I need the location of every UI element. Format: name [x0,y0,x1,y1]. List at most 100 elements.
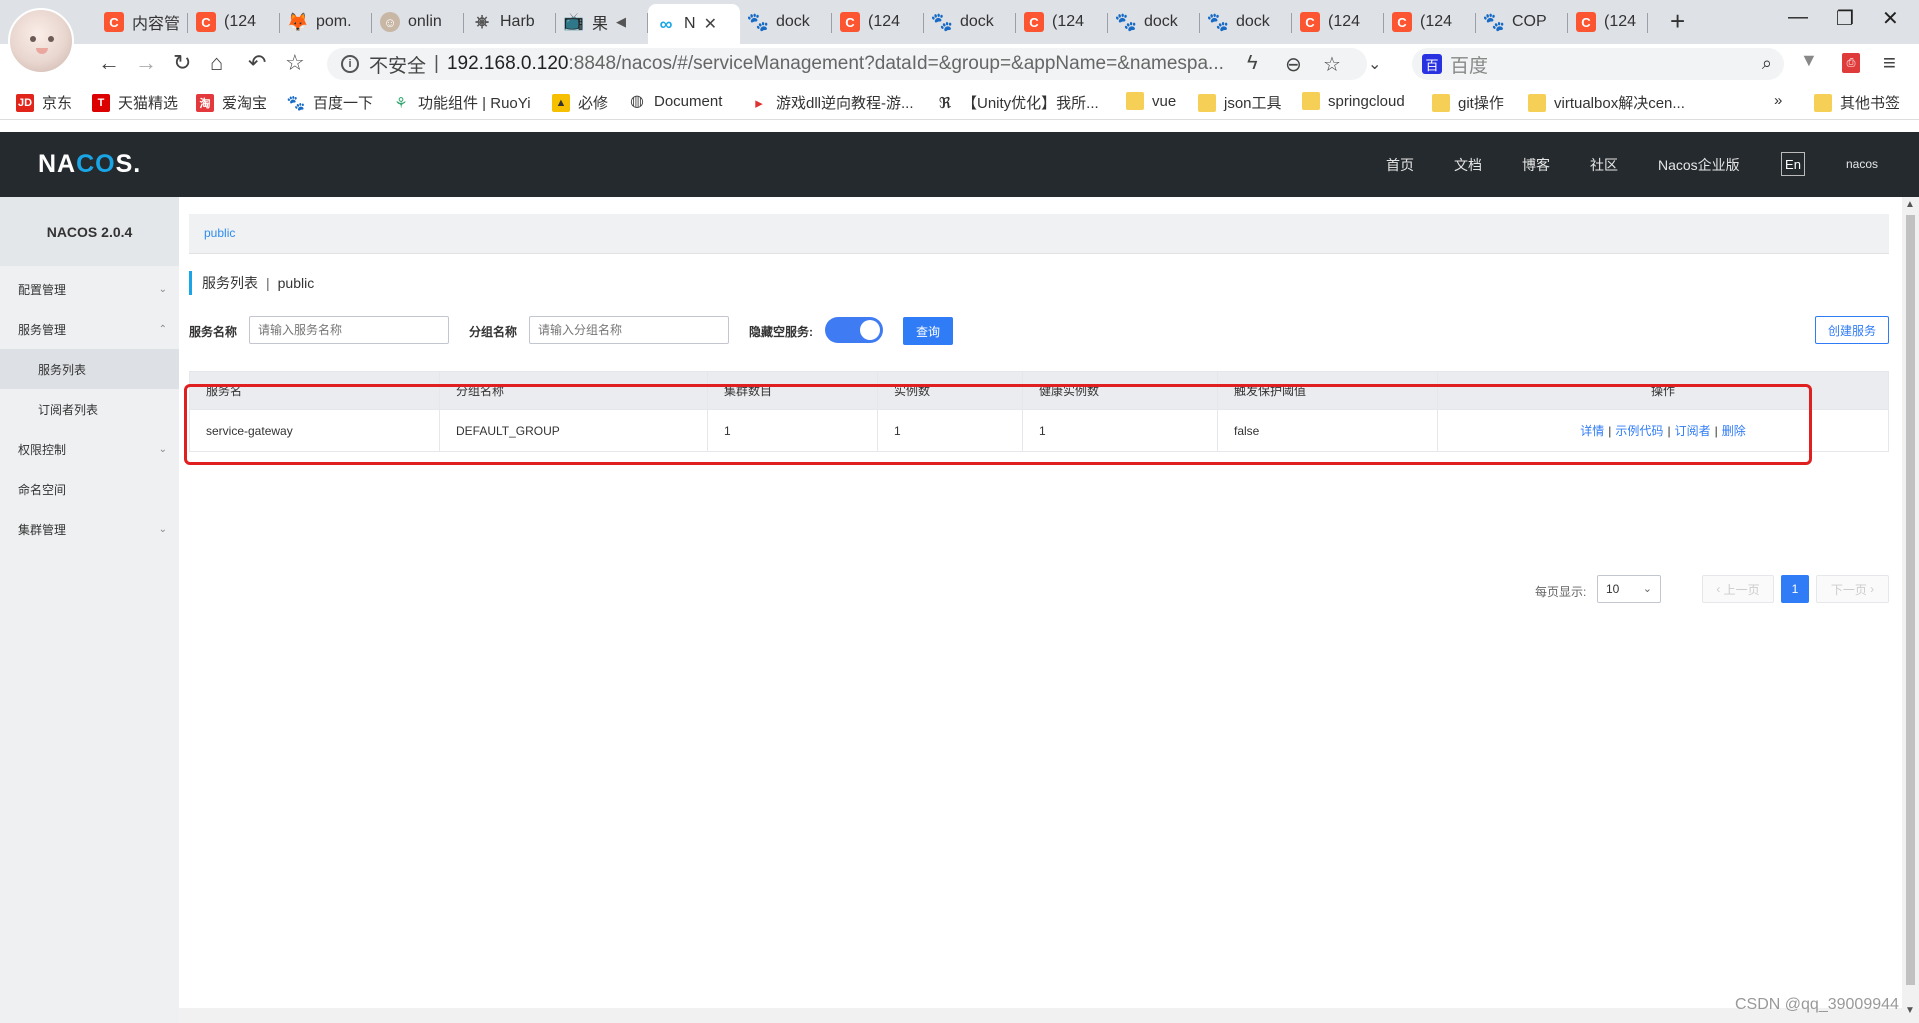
address-bar[interactable]: i 不安全 | 192.168.0.120:8848/nacos/#/servi… [327,48,1367,80]
scroll-up-icon[interactable]: ▲ [1905,199,1915,210]
browser-tab[interactable]: C (124 [1016,4,1108,40]
sidebar-item-namespace[interactable]: 命名空间 [0,469,179,509]
create-service-button[interactable]: 创建服务 [1815,316,1889,344]
reload-icon[interactable]: ↻ [173,50,191,76]
bookmarks-overflow-button[interactable]: » [1774,92,1782,109]
search-icon[interactable]: ⌕ [1762,53,1772,74]
sidebar-item-cluster[interactable]: 集群管理 ⌄ [0,509,179,549]
toggle-knob [860,320,880,340]
bookmark-item[interactable]: ◍ Document [628,92,722,111]
home-icon[interactable]: ⌂ [210,50,223,76]
chevron-down-icon[interactable]: ⌄ [1368,54,1381,74]
nacos-top-nav: NACOS. 首页 文档 博客 社区 Nacos企业版 En nacos [0,132,1919,197]
sidebar-item-subscribers[interactable]: 订阅者列表 [0,389,179,429]
browser-tab[interactable]: ⎈ Harb [464,4,556,40]
profile-avatar[interactable] [8,8,74,74]
bookmark-folder[interactable]: virtualbox解决cen... [1528,92,1685,113]
chevron-right-icon: › [1866,582,1875,596]
bookmark-star-icon[interactable]: ☆ [285,50,305,76]
bookmark-item[interactable]: 🐾 百度一下 [287,92,373,113]
minimize-icon[interactable]: — [1788,6,1808,29]
chevron-left-icon: ‹ [1716,582,1724,596]
close-window-icon[interactable]: ✕ [1882,6,1899,31]
info-icon[interactable]: i [341,55,359,73]
browser-tab[interactable]: ☺ onlin [372,4,464,40]
group-name-input[interactable] [529,316,729,344]
other-bookmarks-folder[interactable]: 其他书签 [1814,92,1900,113]
hide-empty-toggle[interactable] [825,317,883,343]
browser-tab[interactable]: C (124 [188,4,280,40]
csdn-icon: C [104,12,124,32]
prev-page-button[interactable]: ‹ 上一页 [1702,575,1774,603]
unity-icon: ℜ [938,94,952,112]
scrollbar-thumb[interactable] [1906,215,1915,985]
paw-icon: 🐾 [286,94,306,112]
star-icon[interactable]: ☆ [1323,52,1341,77]
bookmark-item[interactable]: JD 京东 [16,92,72,113]
bookmark-item[interactable]: 淘爱淘宝 [196,92,267,113]
search-box[interactable]: 百 百度 ⌕ [1412,48,1784,80]
language-toggle-button[interactable]: En [1781,152,1805,176]
browser-tab[interactable]: C (124 [1568,4,1648,40]
browser-tab[interactable]: 🦊 pom. [280,4,372,40]
forward-icon[interactable]: → [135,50,157,76]
paw-icon: 🐾 [930,11,954,32]
version-label: NACOS 2.0.4 [0,197,179,266]
lightning-icon[interactable]: ϟ [1247,52,1258,75]
sidebar-item-auth[interactable]: 权限控制 ⌄ [0,429,179,469]
nav-blog[interactable]: 博客 [1522,155,1550,175]
restore-icon[interactable]: ❐ [1836,6,1854,31]
bookmark-folder[interactable]: vue [1126,92,1176,110]
sidebar-item-config[interactable]: 配置管理 ⌄ [0,269,179,309]
globe-icon: ◍ [630,93,644,110]
new-tab-button[interactable]: + [1670,6,1685,37]
browser-tab[interactable]: 🐾 dock [740,4,832,40]
nav-enterprise[interactable]: Nacos企业版 [1658,155,1740,175]
pdf-icon[interactable]: ⎙ [1842,53,1860,73]
browser-tab[interactable]: C (124 [832,4,924,40]
chevron-up-icon: ⌃ [158,323,167,335]
bookmark-item[interactable]: ▲ 必修 [552,92,608,113]
back-icon[interactable]: ← [98,50,120,76]
bookmark-item[interactable]: ℜ 【Unity优化】我所... [936,92,1099,113]
sidebar-item-service-list[interactable]: 服务列表 [0,349,179,389]
query-button[interactable]: 查询 [903,317,953,345]
browser-tab[interactable]: 🐾 COP [1476,4,1568,40]
scroll-down-icon[interactable]: ▼ [1905,1005,1915,1016]
browser-tab[interactable]: 🐾 dock [1200,4,1292,40]
user-name[interactable]: nacos [1846,157,1878,171]
extension-v-icon[interactable]: ▼ [1800,50,1818,71]
sidebar-item-service[interactable]: 服务管理 ⌃ [0,309,179,349]
bookmark-item[interactable]: T 天猫精选 [92,92,178,113]
zoom-icon[interactable]: ⊖ [1285,52,1302,77]
menu-icon[interactable]: ≡ [1883,50,1896,76]
nav-community[interactable]: 社区 [1590,155,1618,175]
horizontal-scrollbar[interactable] [179,1008,1902,1023]
bookmark-item[interactable]: ⚘ 功能组件 | RuoYi [392,92,530,113]
speaker-icon[interactable]: ◀︎ [616,14,626,30]
nav-docs[interactable]: 文档 [1454,155,1482,175]
bookmark-folder[interactable]: springcloud [1302,92,1405,110]
service-name-input[interactable] [249,316,449,344]
browser-tab[interactable]: C 内容管 [96,4,188,40]
browser-tab[interactable]: 🐾 dock [1108,4,1200,40]
page-number-current[interactable]: 1 [1781,575,1809,603]
bookmark-folder[interactable]: git操作 [1432,92,1504,113]
vertical-scrollbar[interactable]: ▲ ▼ [1902,197,1919,1023]
nav-home[interactable]: 首页 [1386,155,1414,175]
browser-tab[interactable]: 🐾 dock [924,4,1016,40]
bookmark-folder[interactable]: json工具 [1198,92,1282,113]
csdn-watermark: CSDN @qq_39009944 [1735,996,1899,1013]
browser-tab-active[interactable]: ∞ N ✕ [648,4,740,44]
browser-tab[interactable]: C (124 [1292,4,1384,40]
undo-icon[interactable]: ↶ [248,50,266,76]
sidebar: NACOS 2.0.4 配置管理 ⌄ 服务管理 ⌃ 服务列表 订阅者列表 权限控制 ⌄… [0,197,179,1023]
namespace-link-public[interactable]: public [204,226,235,240]
browser-tab[interactable]: 📺 果 ◀︎ [556,4,648,40]
bookmark-item[interactable]: ▸ 游戏dll逆向教程-游... [750,92,913,113]
nacos-logo[interactable]: NACOS. [38,150,141,179]
browser-tab[interactable]: C (124 [1384,4,1476,40]
page-size-select[interactable]: 10 ⌄ [1597,575,1661,603]
close-tab-icon[interactable]: ✕ [704,14,717,34]
next-page-button[interactable]: 下一页 › [1816,575,1889,603]
